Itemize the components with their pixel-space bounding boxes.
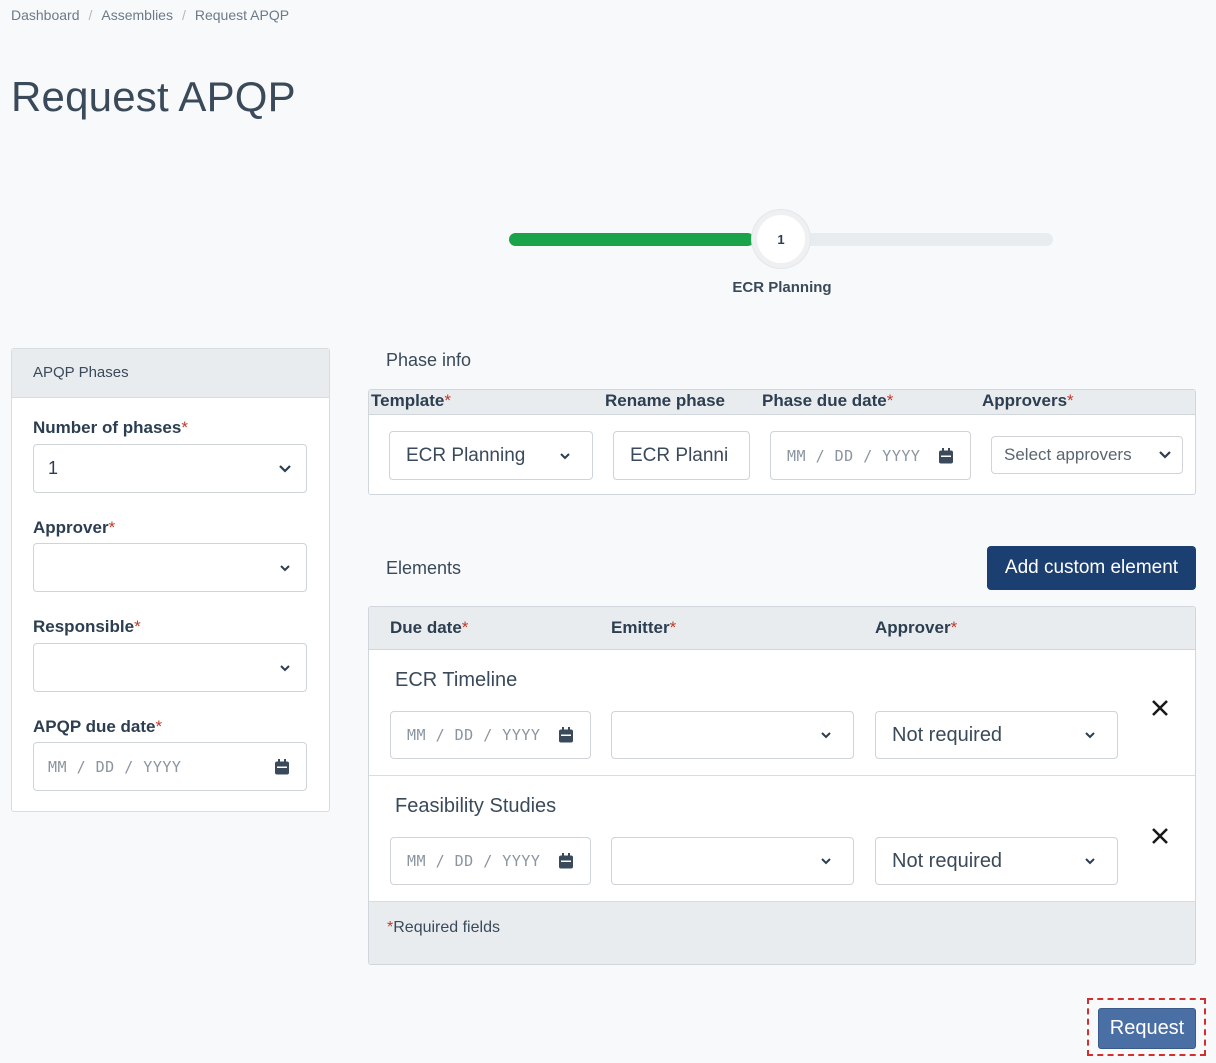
approver-label: Approver* [33, 518, 116, 537]
responsible-select[interactable] [33, 643, 307, 692]
page-title: Request APQP [11, 73, 296, 120]
responsible-label: Responsible* [33, 617, 141, 636]
chevron-down-icon [821, 732, 831, 739]
chevron-down-icon [280, 564, 290, 571]
column-due-date: Due date* [390, 618, 469, 637]
date-placeholder: MM / DD / YYYY [48, 757, 182, 776]
chevron-down-icon [280, 664, 290, 671]
date-placeholder: MM / DD / YYYY [407, 852, 541, 870]
apqp-due-date-input[interactable]: MM / DD / YYYY [33, 742, 307, 791]
request-button[interactable]: Request [1098, 1008, 1196, 1049]
remove-element-icon[interactable] [1150, 826, 1170, 846]
column-approver: Approver* [875, 618, 958, 637]
date-placeholder: MM / DD / YYYY [407, 726, 541, 744]
element-due-date-input[interactable]: MM / DD / YYYY [390, 837, 591, 885]
chevron-down-icon [1085, 858, 1095, 865]
calendar-icon[interactable] [274, 758, 290, 775]
request-button-highlight: Request [1087, 998, 1206, 1056]
template-value: ECR Planning [406, 444, 526, 466]
approver-value: Not required [892, 849, 1003, 872]
breadcrumb-dashboard[interactable]: Dashboard [11, 7, 80, 23]
elements-footer: *Required fields [369, 902, 1195, 964]
apqp-due-date-label: APQP due date* [33, 717, 163, 736]
breadcrumb-assemblies[interactable]: Assemblies [101, 7, 173, 23]
table-row: Feasibility Studies MM / DD / YYYY Not r… [369, 776, 1195, 902]
approvers-select[interactable]: Select approvers [991, 436, 1183, 474]
chevron-down-icon [560, 452, 570, 459]
column-approvers: Approvers* [982, 391, 1074, 410]
apqp-phases-header: APQP Phases [12, 349, 329, 398]
phase-info-table: Template* Rename phase Phase due date* A… [368, 389, 1196, 495]
column-rename-phase: Rename phase [605, 391, 725, 410]
calendar-icon[interactable] [558, 727, 574, 744]
remove-element-icon[interactable] [1150, 698, 1170, 718]
element-name: Feasibility Studies [395, 795, 557, 817]
date-placeholder: MM / DD / YYYY [787, 446, 921, 465]
element-approver-select[interactable]: Not required [875, 711, 1118, 759]
rename-phase-input[interactable]: ECR Planni [613, 431, 750, 480]
chevron-down-icon [1159, 451, 1171, 459]
phase-info-header: Template* Rename phase Phase due date* A… [369, 390, 1195, 415]
column-emitter: Emitter* [611, 618, 677, 637]
calendar-icon[interactable] [558, 853, 574, 870]
template-select[interactable]: ECR Planning [389, 431, 593, 480]
table-row: ECR Timeline MM / DD / YYYY Not required [369, 650, 1195, 776]
element-due-date-input[interactable]: MM / DD / YYYY [390, 711, 591, 759]
phase-info-title: Phase info [386, 350, 472, 370]
element-emitter-select[interactable] [611, 837, 854, 885]
breadcrumb-separator: / [181, 7, 186, 23]
chevron-down-icon [821, 858, 831, 865]
breadcrumb-current: Request APQP [194, 7, 290, 23]
phase-due-date-input[interactable]: MM / DD / YYYY [770, 431, 971, 480]
number-of-phases-select[interactable]: 1 [33, 444, 307, 493]
breadcrumb: Dashboard / Assemblies / Request APQP [11, 7, 289, 23]
add-custom-element-button[interactable]: Add custom element [987, 546, 1196, 590]
rename-phase-value: ECR Planni [630, 444, 729, 466]
approvers-placeholder: Select approvers [1004, 445, 1132, 464]
elements-table: Due date* Emitter* Approver* ECR Timelin… [368, 606, 1196, 965]
stepper-step-label: ECR Planning [732, 279, 832, 296]
chevron-down-icon [1085, 732, 1095, 739]
breadcrumb-separator: / [88, 7, 93, 23]
elements-title: Elements [386, 558, 462, 578]
apqp-phases-panel: APQP Phases Number of phases* 1 Approver… [11, 348, 330, 812]
column-template: Template* [371, 391, 451, 410]
element-emitter-select[interactable] [611, 711, 854, 759]
elements-header: Due date* Emitter* Approver* [369, 607, 1195, 650]
chevron-down-icon [279, 464, 291, 473]
stepper-progress-fill [509, 233, 754, 246]
calendar-icon[interactable] [938, 447, 954, 464]
number-of-phases-label: Number of phases* [33, 418, 188, 437]
element-name: ECR Timeline [395, 669, 518, 691]
number-of-phases-value: 1 [48, 458, 59, 478]
element-approver-select[interactable]: Not required [875, 837, 1118, 885]
column-phase-due-date: Phase due date* [762, 391, 894, 410]
stepper-step-1[interactable]: 1 [752, 210, 810, 268]
required-fields-note: *Required fields [387, 919, 500, 936]
approver-select[interactable] [33, 543, 307, 592]
approver-value: Not required [892, 723, 1003, 746]
